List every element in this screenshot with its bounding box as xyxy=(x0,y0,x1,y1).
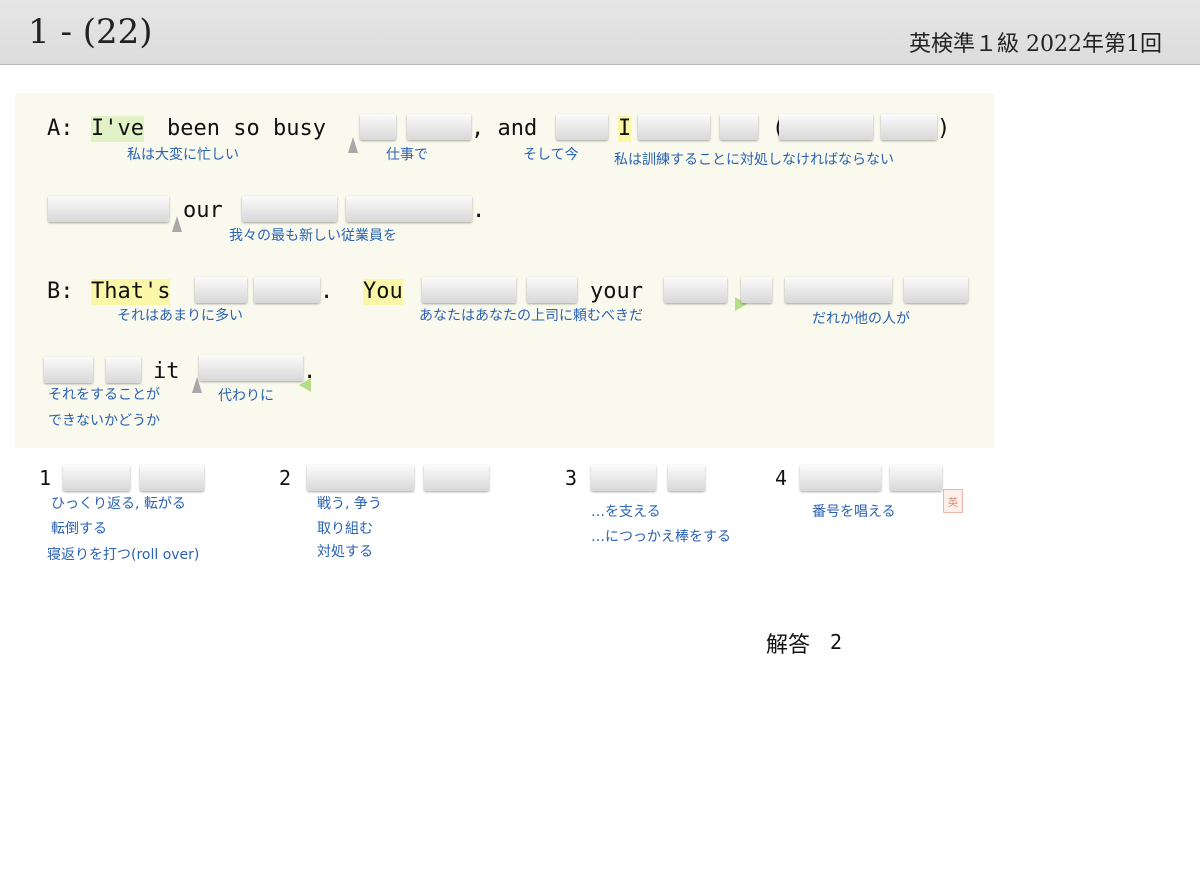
masked-word-blank[interactable] xyxy=(904,277,968,303)
gloss-boss: あなたはあなたの上司に頼むべきだ xyxy=(419,308,643,324)
option-gloss: 戦う, 争う xyxy=(317,496,382,512)
gloss-work: 仕事で xyxy=(386,147,428,163)
gloss-now: そして今 xyxy=(523,147,579,163)
gloss-busy: 私は大変に忙しい xyxy=(127,147,239,163)
insert-caret-green xyxy=(299,378,311,392)
speaker-a-label: A: xyxy=(47,116,74,141)
answer-label: 解答 xyxy=(766,633,811,658)
option-word-blank[interactable] xyxy=(140,465,204,491)
word-it: it xyxy=(153,359,180,384)
b-period-1: . xyxy=(320,279,334,304)
masked-word-blank[interactable] xyxy=(785,277,892,303)
masked-word-blank[interactable] xyxy=(407,114,471,140)
option-number: 2 xyxy=(279,466,292,490)
masked-word-blank[interactable] xyxy=(254,277,320,303)
word-ive: I've xyxy=(91,116,144,142)
gloss-instead: 代わりに xyxy=(218,388,274,404)
masked-word-blank[interactable] xyxy=(638,114,710,140)
option-word-blank[interactable] xyxy=(668,465,705,491)
option-word-blank[interactable] xyxy=(307,465,414,491)
word-you: You xyxy=(363,279,403,305)
masked-word-blank[interactable] xyxy=(242,196,337,222)
seal-stamp: 英 xyxy=(943,489,963,513)
gloss-staff: 我々の最も新しい従業員を xyxy=(229,228,397,244)
option-word-blank[interactable] xyxy=(890,465,942,491)
insert-caret xyxy=(348,137,358,153)
gloss-deal: 私は訓練することに対処しなければならない xyxy=(614,152,894,168)
masked-word-blank[interactable] xyxy=(664,277,727,303)
masked-word-blank[interactable] xyxy=(556,114,608,140)
masked-word-blank[interactable] xyxy=(360,114,396,140)
masked-word-blank[interactable] xyxy=(422,277,516,303)
option-number: 4 xyxy=(775,466,788,490)
option-gloss: 対処する xyxy=(317,544,373,560)
speaker-b-label: B: xyxy=(47,279,74,304)
option-gloss: …につっかえ棒をする xyxy=(591,529,731,545)
passage-panel: A: I've been so busy , and I ( ) 私は大変に忙し… xyxy=(15,93,994,513)
option-gloss: 取り組む xyxy=(317,521,373,537)
option-gloss: …を支える xyxy=(591,504,661,520)
word-thats: That's xyxy=(91,279,171,305)
gloss-too-much: それはあまりに多い xyxy=(117,308,243,324)
masked-word-blank[interactable] xyxy=(346,196,472,222)
header-bar: 1 - (22) 英検準１級 2022年第1回 xyxy=(0,0,1200,65)
masked-word-blank[interactable] xyxy=(199,355,303,381)
option-gloss: 番号を唱える xyxy=(812,504,896,520)
gloss-someone: だれか他の人が xyxy=(812,311,910,327)
option-gloss: 転倒する xyxy=(51,521,107,537)
answer-blank[interactable] xyxy=(779,114,873,140)
masked-word-blank[interactable] xyxy=(741,277,772,303)
option-gloss: ひっくり返る, 転がる xyxy=(51,496,186,512)
answer-value: 2 xyxy=(830,630,843,654)
masked-word-blank[interactable] xyxy=(48,196,169,222)
a-period: . xyxy=(472,198,486,223)
word-your: your xyxy=(590,279,643,304)
masked-word-blank[interactable] xyxy=(195,277,247,303)
option-gloss: 寝返りを打つ(roll over) xyxy=(47,547,200,563)
word-i: I xyxy=(618,116,632,142)
option-word-blank[interactable] xyxy=(591,465,656,491)
option-word-blank[interactable] xyxy=(63,465,130,491)
exam-title: 英検準１級 2022年第1回 xyxy=(909,32,1162,57)
gloss-can-line1: それをすることが xyxy=(48,387,160,403)
phrase-been-so-busy: been so busy xyxy=(167,116,326,141)
word-our: our xyxy=(183,198,223,223)
masked-word-blank[interactable] xyxy=(527,277,577,303)
option-word-blank[interactable] xyxy=(800,465,881,491)
option-number: 3 xyxy=(565,466,578,490)
question-number: 1 - (22) xyxy=(28,12,153,52)
masked-word-blank[interactable] xyxy=(720,114,758,140)
masked-word-blank[interactable] xyxy=(106,357,141,383)
phrase-comma-and: , and xyxy=(471,116,538,141)
insert-caret xyxy=(172,216,182,232)
option-word-blank[interactable] xyxy=(424,465,489,491)
masked-word-blank[interactable] xyxy=(44,357,93,383)
answer-blank[interactable] xyxy=(881,114,937,140)
gloss-can-line2: できないかどうか xyxy=(48,413,160,429)
option-number: 1 xyxy=(39,466,52,490)
paren-close: ) xyxy=(937,116,951,141)
